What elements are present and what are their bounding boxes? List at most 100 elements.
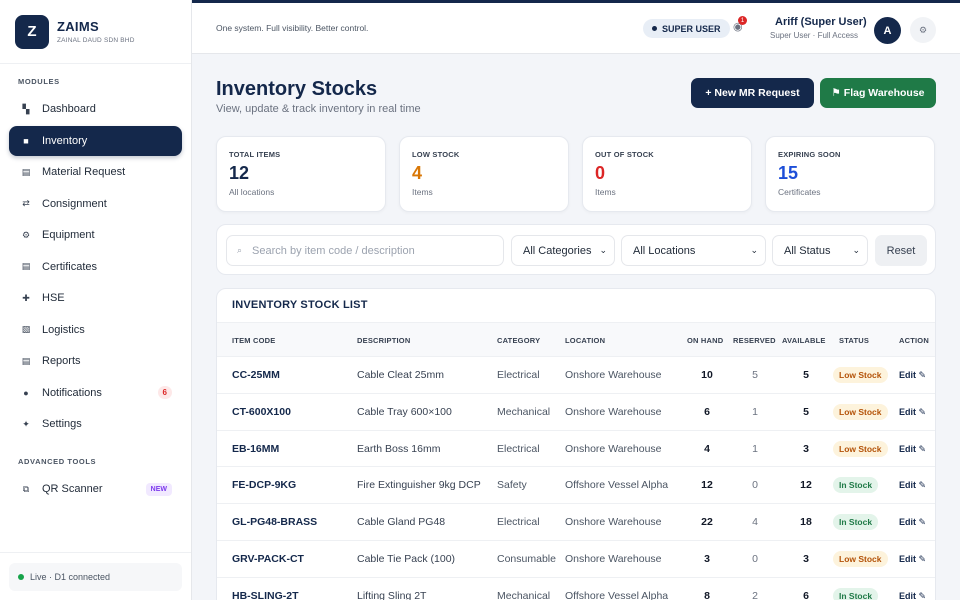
table-row[interactable]: GL-PG48-BRASS Cable Gland PG48 Electrical O… bbox=[217, 504, 935, 541]
column-header[interactable]: AVAILABLE bbox=[782, 336, 826, 345]
sidebar-item-label: Inventory bbox=[42, 134, 88, 147]
table-row[interactable]: CC-25MM Cable Cleat 25mm Electrical Onshore… bbox=[217, 357, 935, 394]
available-qty: 5 bbox=[803, 369, 809, 381]
sidebar-footer: Live · D1 connected bbox=[0, 552, 191, 600]
notification-bell-icon[interactable]: ◉ 1 bbox=[733, 16, 747, 36]
reserved-qty: 5 bbox=[752, 369, 758, 381]
equipment-icon: ⚙ bbox=[21, 229, 31, 240]
column-header[interactable]: DESCRIPTION bbox=[357, 336, 410, 345]
page-title: Inventory Stocks bbox=[216, 78, 378, 100]
on-hand-qty: 6 bbox=[704, 405, 710, 418]
search-input[interactable] bbox=[252, 244, 493, 257]
column-header[interactable]: LOCATION bbox=[565, 336, 605, 345]
edit-button[interactable]: Edit ✎ bbox=[899, 407, 926, 418]
edit-button[interactable]: Edit ✎ bbox=[899, 591, 926, 600]
role-badge: SUPER USER bbox=[643, 19, 730, 38]
available-qty: 18 bbox=[800, 516, 812, 529]
sidebar-item-material-request[interactable]: ▤ Material Request bbox=[9, 157, 182, 187]
item-code: FE-DCP-9KG bbox=[232, 479, 297, 492]
sidebar-item-label: Consignment bbox=[42, 197, 107, 210]
stat-sublabel: Items bbox=[595, 187, 616, 197]
sidebar-item-hse[interactable]: ✚ HSE bbox=[9, 283, 182, 313]
notification-count-badge: 6 bbox=[157, 386, 172, 399]
stat-value: 12 bbox=[229, 163, 250, 183]
category-select[interactable]: All Categories ⌄ bbox=[511, 235, 615, 266]
location-select-value: All Locations bbox=[633, 244, 696, 257]
item-code: HB-SLING-2T bbox=[232, 589, 299, 600]
sidebar-item-consignment[interactable]: ⇄ Consignment bbox=[9, 189, 182, 219]
stat-label: EXPIRING SOON bbox=[778, 150, 841, 159]
new-mr-request-button[interactable]: + New MR Request bbox=[691, 78, 814, 108]
table-body: CC-25MM Cable Cleat 25mm Electrical Onshore… bbox=[217, 357, 935, 600]
edit-button[interactable]: Edit ✎ bbox=[899, 480, 926, 491]
on-hand-qty: 8 bbox=[704, 589, 710, 600]
status-badge: Low Stock bbox=[833, 550, 888, 567]
item-description: Cable Cleat 25mm bbox=[357, 369, 444, 381]
edit-button[interactable]: Edit ✎ bbox=[899, 370, 926, 381]
available-qty: 5 bbox=[803, 405, 809, 418]
reset-button[interactable]: Reset bbox=[875, 235, 927, 266]
column-header[interactable]: ON HAND bbox=[687, 336, 723, 345]
sidebar-item-certificates[interactable]: ▤ Certificates bbox=[9, 252, 182, 282]
sidebar-item-inventory[interactable]: ■ Inventory bbox=[9, 125, 182, 156]
settings-icon: ✦ bbox=[22, 418, 30, 429]
table-row[interactable]: EB-16MM Earth Boss 16mm Electrical Onshore … bbox=[217, 431, 935, 468]
certificates-icon: ▤ bbox=[21, 261, 31, 271]
item-description: Cable Gland PG48 bbox=[357, 516, 446, 529]
sidebar-item-qr-scanner[interactable]: ⧉ QR Scanner NEW bbox=[9, 474, 182, 504]
chevron-down-icon: ⌄ bbox=[750, 245, 758, 255]
edit-button[interactable]: Edit ✎ bbox=[899, 517, 926, 528]
status-badge: In Stock bbox=[833, 587, 879, 600]
item-description: Fire Extinguisher 9kg DCP bbox=[357, 479, 481, 492]
item-code: EB-16MM bbox=[232, 442, 280, 455]
stat-label: TOTAL ITEMS bbox=[229, 150, 281, 159]
inventory-table-card: INVENTORY STOCK LIST ITEM CODE DESCRIPTIO… bbox=[216, 288, 936, 600]
sidebar-item-label: Notifications bbox=[42, 386, 102, 399]
table-row[interactable]: HB-SLING-2T Lifting Sling 2T Mechanical Off… bbox=[217, 578, 935, 600]
chevron-down-icon: ⌄ bbox=[599, 245, 607, 255]
sidebar-item-logistics[interactable]: ▧ Logistics bbox=[9, 315, 182, 345]
column-header[interactable]: CATEGORY bbox=[497, 336, 540, 345]
item-description: Earth Boss 16mm bbox=[357, 442, 441, 455]
reserved-qty: 2 bbox=[752, 589, 758, 600]
item-location: Onshore Warehouse bbox=[565, 516, 662, 529]
column-header[interactable]: STATUS bbox=[839, 336, 869, 345]
reports-icon: ▤ bbox=[21, 355, 31, 366]
sidebar-item-notifications[interactable]: ● Notifications 6 bbox=[9, 378, 182, 408]
avatar[interactable]: A bbox=[874, 17, 901, 44]
sidebar-item-equipment[interactable]: ⚙ Equipment bbox=[9, 220, 182, 250]
location-select[interactable]: All Locations ⌄ bbox=[621, 235, 766, 266]
table-row[interactable]: CT-600X100 Cable Tray 600×100 Mechanical On… bbox=[217, 394, 935, 431]
item-category: Electrical bbox=[497, 369, 540, 381]
reserved-qty: 0 bbox=[752, 552, 758, 565]
column-header[interactable]: ITEM CODE bbox=[232, 336, 275, 345]
status-badge: In Stock bbox=[833, 514, 879, 531]
flag-warehouse-button[interactable]: ⚑ Flag Warehouse bbox=[820, 78, 936, 108]
column-header[interactable]: RESERVED bbox=[733, 336, 776, 345]
reserved-qty: 4 bbox=[752, 516, 758, 529]
category-select-value: All Categories bbox=[523, 244, 592, 257]
item-location: Offshore Vessel Alpha bbox=[565, 589, 669, 600]
status-select[interactable]: All Status ⌄ bbox=[772, 235, 868, 266]
status-badge: Low Stock bbox=[833, 367, 888, 383]
chevron-down-icon: ⌄ bbox=[852, 245, 860, 255]
status-badge: In Stock bbox=[833, 477, 879, 494]
table-row[interactable]: FE-DCP-9KG Fire Extinguisher 9kg DCP Safet… bbox=[217, 467, 935, 505]
sidebar-item-settings[interactable]: ✦ Settings bbox=[9, 409, 182, 439]
edit-button[interactable]: Edit ✎ bbox=[899, 554, 926, 565]
reserved-qty: 1 bbox=[752, 405, 758, 418]
sidebar-item-reports[interactable]: ▤ Reports bbox=[9, 346, 182, 376]
item-category: Mechanical bbox=[497, 589, 551, 600]
brand-company: ZAINAL DAUD SDN BHD bbox=[57, 37, 135, 44]
stat-value: 0 bbox=[595, 163, 606, 183]
settings-gear-icon[interactable]: ⚙ bbox=[910, 17, 936, 43]
edit-button[interactable]: Edit ✎ bbox=[899, 444, 926, 455]
item-location: Onshore Warehouse bbox=[565, 552, 662, 565]
reserved-qty: 0 bbox=[752, 479, 758, 492]
hse-icon: ✚ bbox=[22, 292, 30, 303]
sidebar-item-dashboard[interactable]: ▚ Dashboard bbox=[9, 94, 182, 124]
reserved-qty: 1 bbox=[752, 442, 758, 455]
user-role: Super User · Full Access bbox=[770, 31, 859, 40]
table-row[interactable]: GRV-PACK-CT Cable Tie Pack (100) Consumabl… bbox=[217, 541, 935, 578]
column-header[interactable]: ACTION bbox=[899, 336, 929, 345]
